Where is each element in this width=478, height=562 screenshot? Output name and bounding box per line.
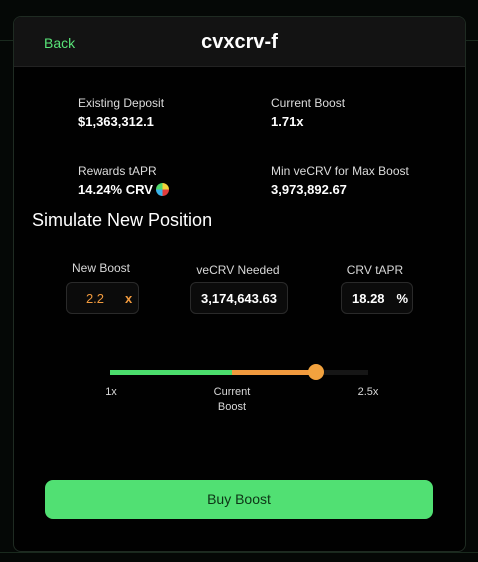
buy-boost-button[interactable]: Buy Boost xyxy=(45,480,433,519)
current-boost-stat: Current Boost 1.71x xyxy=(271,96,345,129)
existing-deposit-value: $1,363,312.1 xyxy=(78,114,154,129)
existing-deposit-stat: Existing Deposit $1,363,312.1 xyxy=(78,96,164,129)
pool-title: cvxcrv-f xyxy=(201,31,278,53)
vecrv-needed-label: veCRV Needed xyxy=(196,263,280,277)
min-vecrv-value: 3,973,892.67 xyxy=(271,182,347,197)
new-boost-input[interactable] xyxy=(75,290,115,306)
current-boost-label: Current Boost xyxy=(271,96,346,110)
vecrv-needed-field: 3,174,643.63 xyxy=(190,282,288,314)
slider-max-label: 2.5x xyxy=(357,386,379,398)
rewards-tapr-stat: Rewards tAPR 14.24% CRV xyxy=(78,164,169,197)
background-divider-bottom xyxy=(0,552,478,553)
vecrv-needed-value: 3,174,643.63 xyxy=(201,290,277,306)
rewards-tapr-label: Rewards tAPR xyxy=(78,164,157,178)
crv-tapr-field: 18.28 % xyxy=(341,282,413,314)
slider-min-label: 1x xyxy=(105,386,117,398)
crv-tapr-label: CRV tAPR xyxy=(346,263,404,277)
slider-current-label: Current Boost xyxy=(213,386,251,413)
min-vecrv-label: Min veCRV for Max Boost xyxy=(271,164,409,178)
boost-slider-new-fill xyxy=(232,370,316,375)
new-boost-unit: x xyxy=(125,290,133,306)
crv-tapr-value: 18.28 xyxy=(352,290,385,306)
rewards-tapr-value: 14.24% CRV xyxy=(78,182,169,197)
simulate-section-title: Simulate New Position xyxy=(32,210,213,230)
current-boost-value: 1.71x xyxy=(271,114,304,129)
existing-deposit-label: Existing Deposit xyxy=(78,96,165,110)
new-boost-label: New Boost xyxy=(71,261,131,275)
new-boost-field[interactable]: x xyxy=(66,282,139,314)
min-vecrv-stat: Min veCRV for Max Boost 3,973,892.67 xyxy=(271,164,409,197)
crv-token-icon xyxy=(155,183,169,196)
boost-slider-thumb[interactable] xyxy=(308,364,324,380)
crv-tapr-unit: % xyxy=(396,290,409,306)
boost-slider-current-fill xyxy=(110,370,232,375)
card-header: Back cvxcrv-f xyxy=(14,17,465,67)
